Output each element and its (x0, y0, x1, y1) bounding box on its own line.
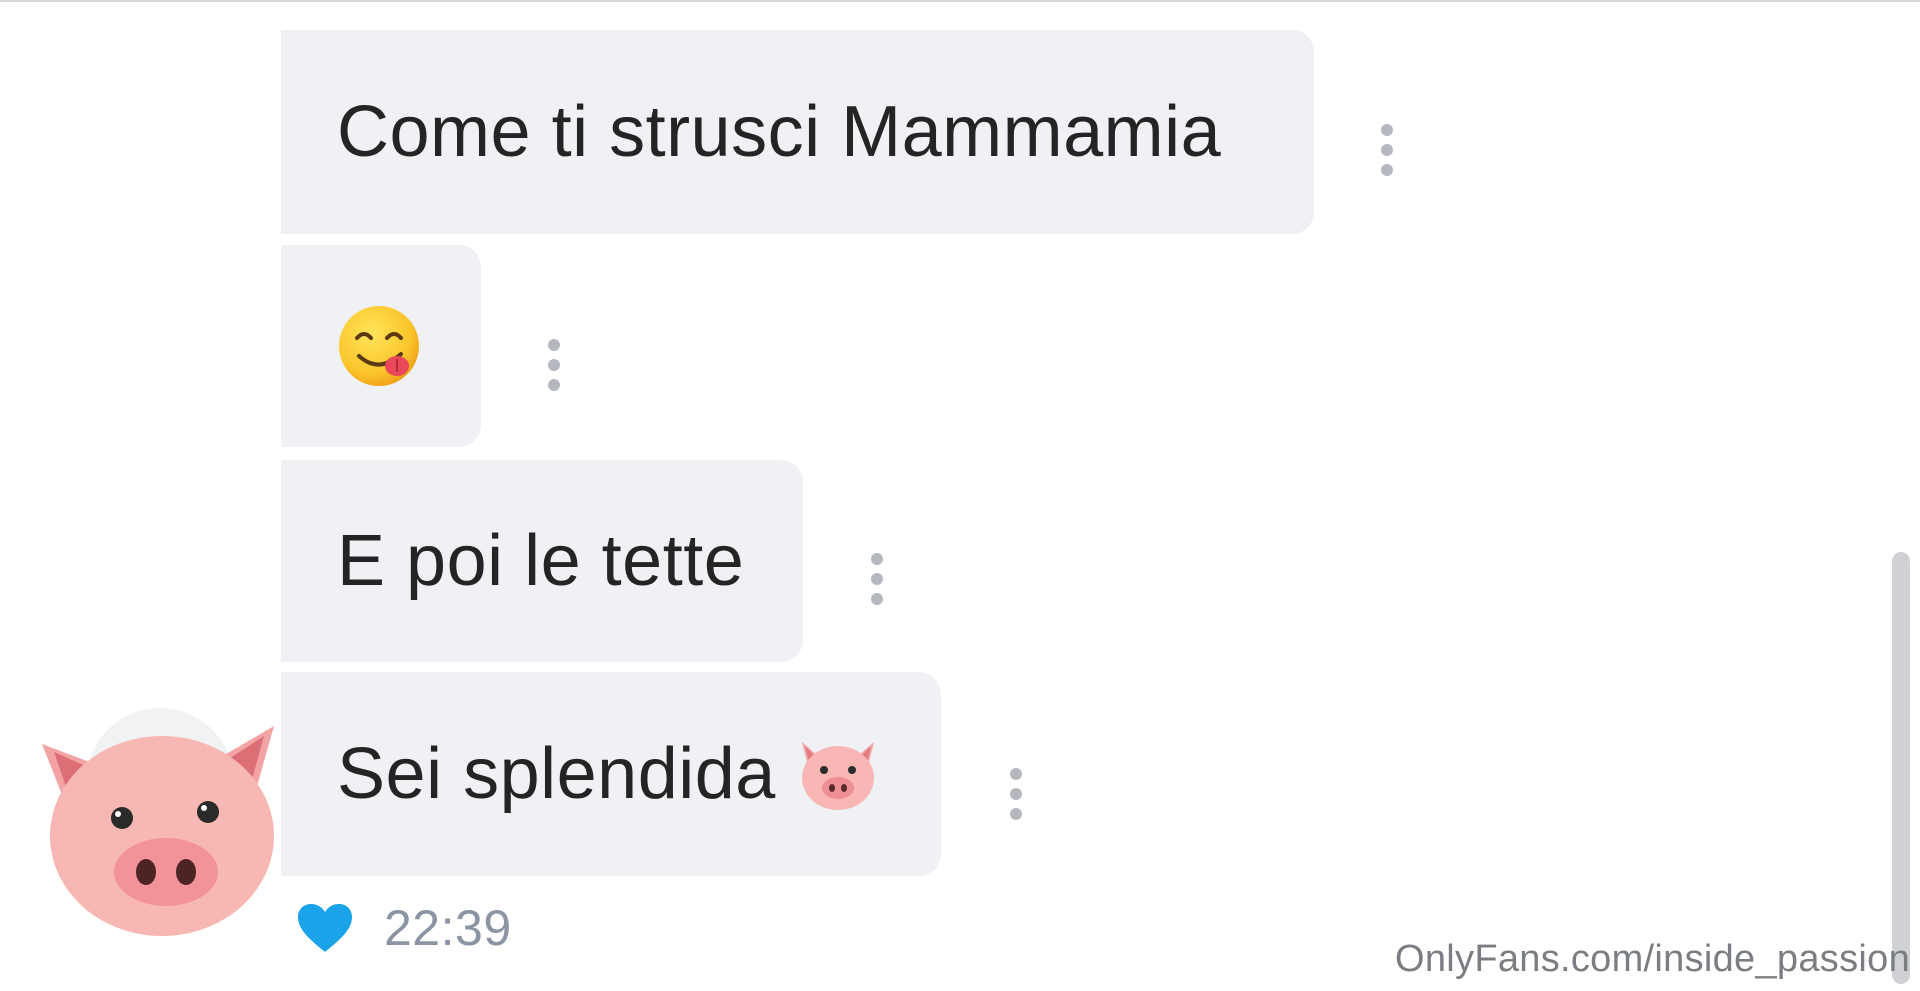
message-options-icon[interactable] (547, 339, 561, 391)
top-divider (0, 0, 1920, 2)
pig-face-icon[interactable] (38, 700, 278, 940)
message-bubble[interactable]: Sei splendida (281, 672, 941, 876)
message-bubble[interactable]: Come ti strusci Mammamia (281, 30, 1314, 234)
watermark: OnlyFans.com/inside_passion (1394, 938, 1910, 980)
message-options-icon[interactable] (1009, 768, 1023, 820)
message-time: 22:39 (384, 900, 512, 956)
message-text: Come ti strusci Mammamia (337, 92, 1222, 172)
message-text: Sei splendida (337, 734, 776, 814)
pig-face-icon (801, 742, 874, 810)
message-meta: 22:39 (296, 896, 512, 960)
message-options-icon[interactable] (1380, 124, 1394, 176)
chat-screen: Come ti strusci Mammamia E poi le tette … (0, 0, 1920, 991)
scrollbar[interactable] (1892, 552, 1910, 984)
savoring-food-face-icon (339, 306, 419, 386)
message-options-icon[interactable] (870, 553, 884, 605)
message-text: E poi le tette (337, 521, 745, 601)
message-bubble[interactable]: E poi le tette (281, 460, 803, 662)
message-bubble[interactable] (281, 245, 481, 447)
heart-icon[interactable] (296, 902, 354, 954)
